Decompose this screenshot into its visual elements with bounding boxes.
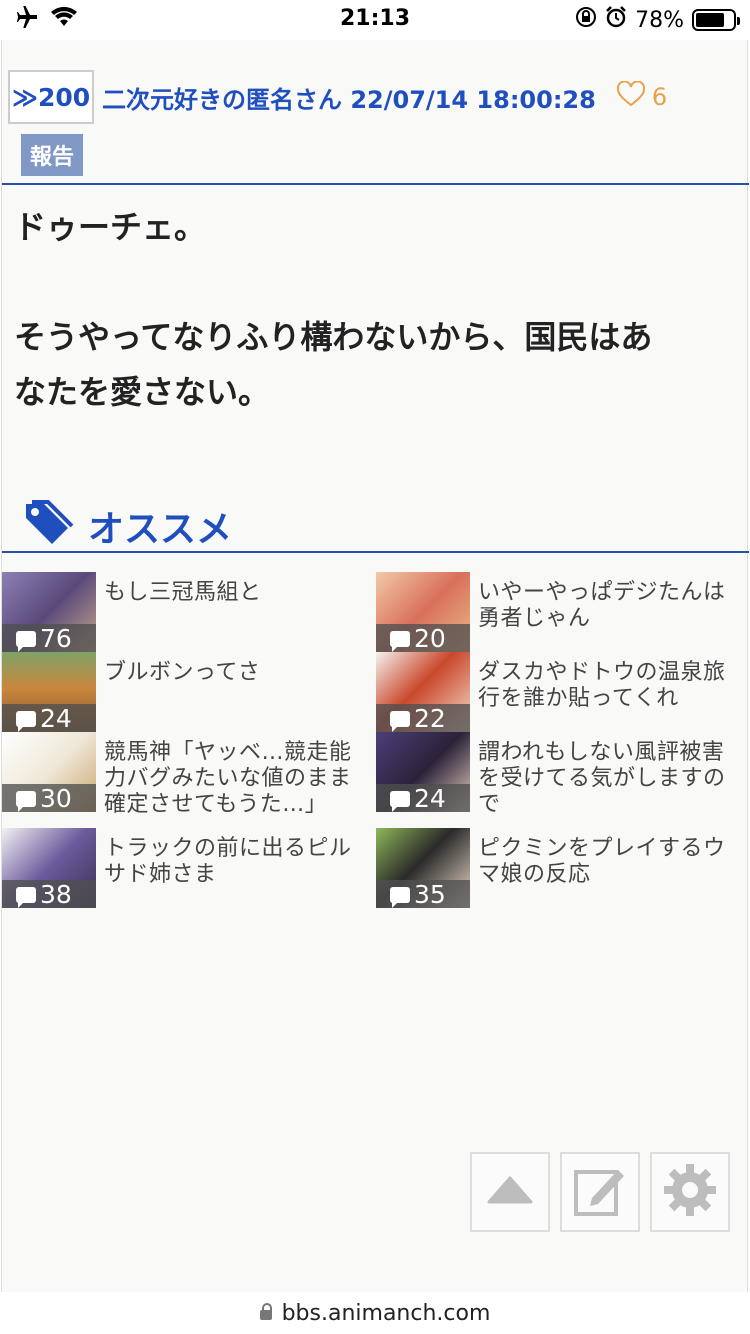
status-right: 78% [575, 6, 740, 34]
recommend-item[interactable]: 38 トラックの前に出るピルサド姉さま [2, 828, 374, 908]
recommend-title: オススメ [88, 509, 233, 550]
recommend-item[interactable]: 20 いやーやっぱデジたんは勇者じゃん [376, 572, 748, 652]
reply-number-button[interactable]: ≫200 [8, 70, 94, 124]
comment-count: 35 [376, 880, 470, 908]
comment-icon [390, 887, 410, 908]
thumbnail: 20 [376, 572, 470, 652]
tag-icon [22, 500, 74, 552]
thumbnail: 35 [376, 828, 470, 908]
recommend-header: オススメ [22, 500, 232, 552]
post-body: ドゥーチェ。 そうやってなりふり構わないから、国民はあ なたを愛さない。 [14, 200, 739, 420]
comment-count: 30 [2, 784, 96, 812]
comment-icon [390, 711, 410, 732]
recommend-item[interactable]: 22 ダスカやドトウの温泉旅行を誰か貼ってくれ [376, 652, 748, 732]
like-count: 6 [651, 83, 668, 111]
divider [2, 183, 749, 185]
like-button[interactable]: 6 [616, 80, 668, 113]
rotation-lock-icon [575, 6, 597, 34]
comment-count: 24 [2, 704, 96, 732]
recommend-item[interactable]: 24 ブルボンってさ [2, 652, 374, 732]
triangle-up-icon [487, 1176, 533, 1208]
recommend-item-title: 競馬神「ヤッベ…競走能力バグみたいな値のまま確定させてもうた…」 [104, 740, 352, 817]
thumbnail: 38 [2, 828, 96, 908]
comment-count: 20 [376, 624, 470, 652]
comment-count: 76 [2, 624, 96, 652]
recommend-item-title: ダスカやドトウの温泉旅行を誰か貼ってくれ [478, 660, 726, 711]
comment-icon [16, 631, 36, 652]
recommend-item[interactable]: 30 競馬神「ヤッベ…競走能力バグみたいな値のまま確定させてもうた…」 [2, 732, 374, 817]
lock-icon [259, 1303, 272, 1320]
url-bar[interactable]: bbs.animanch.com [0, 1292, 750, 1334]
thumbnail: 24 [2, 652, 96, 732]
divider [2, 551, 749, 553]
status-bar: 21:13 78% [0, 0, 750, 40]
post-body-line: ドゥーチェ。 [14, 208, 207, 246]
compose-button[interactable] [560, 1152, 640, 1232]
thread-page: ≫200 二次元好きの匿名さん 22/07/14 18:00:28 6 報告 ド… [1, 40, 749, 1292]
recommend-item-title: 謂われもしない風評被害を受けてる気がしますので [478, 740, 726, 817]
comment-count: 38 [2, 880, 96, 908]
comment-icon [390, 791, 410, 812]
post-body-line: そうやってなりふり構わないから、国民はあ [14, 318, 653, 356]
recommend-item-title: ピクミンをプレイするウマ娘の反応 [478, 836, 726, 887]
comment-icon [390, 631, 410, 652]
recommend-item[interactable]: 35 ピクミンをプレイするウマ娘の反応 [376, 828, 748, 908]
battery-percent: 78% [635, 7, 684, 33]
comment-icon [16, 711, 36, 732]
url-text: bbs.animanch.com [281, 1300, 491, 1326]
settings-button[interactable] [650, 1152, 730, 1232]
recommend-item-title: もし三冠馬組と [104, 580, 262, 605]
heart-icon [616, 80, 646, 113]
gear-icon [662, 1162, 718, 1222]
thumbnail: 22 [376, 652, 470, 732]
recommend-item[interactable]: 76 もし三冠馬組と [2, 572, 374, 652]
recommend-item[interactable]: 24 謂われもしない風評被害を受けてる気がしますので [376, 732, 748, 817]
comment-count: 22 [376, 704, 470, 732]
post-body-line: なたを愛さない。 [14, 373, 271, 411]
comment-icon [16, 887, 36, 908]
recommend-item-title: トラックの前に出るピルサド姉さま [104, 836, 352, 887]
post-header: ≫200 二次元好きの匿名さん 22/07/14 18:00:28 6 [8, 70, 667, 124]
recommend-item-title: ブルボンってさ [104, 660, 261, 685]
battery-icon [692, 9, 740, 31]
recommend-item-title: いやーやっぱデジたんは勇者じゃん [478, 580, 726, 631]
alarm-icon [605, 6, 627, 34]
thumbnail: 76 [2, 572, 96, 652]
comment-count: 24 [376, 784, 470, 812]
post-author-datetime: 二次元好きの匿名さん 22/07/14 18:00:28 [102, 85, 596, 114]
scroll-top-button[interactable] [470, 1152, 550, 1232]
thumbnail: 30 [2, 732, 96, 812]
edit-icon [572, 1162, 628, 1222]
thumbnail: 24 [376, 732, 470, 812]
report-button[interactable]: 報告 [21, 134, 83, 176]
comment-icon [16, 791, 36, 812]
